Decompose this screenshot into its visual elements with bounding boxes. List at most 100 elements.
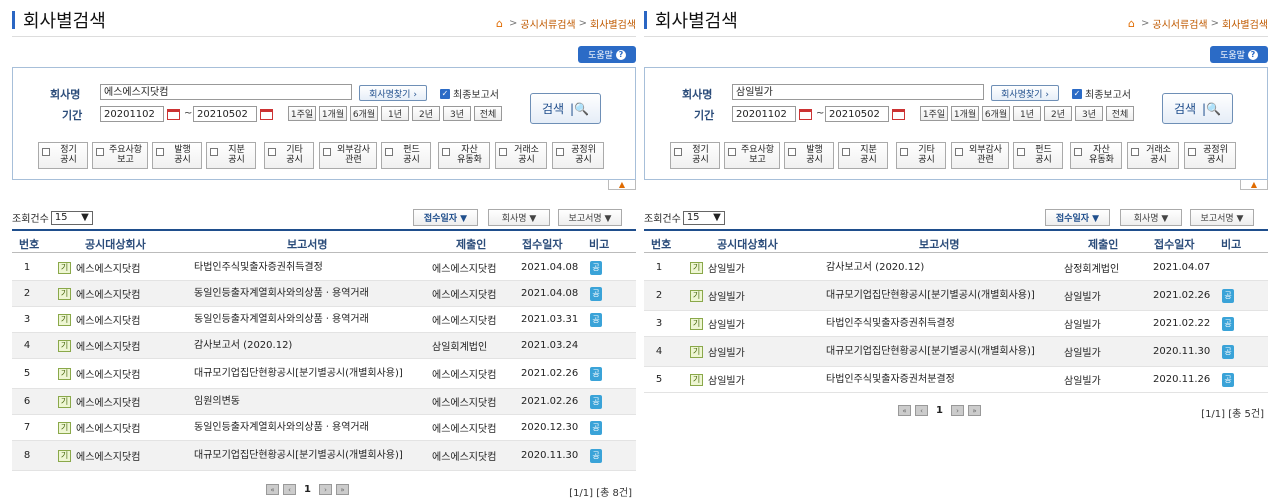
category-checkbox[interactable]: 발행 공시 bbox=[152, 142, 202, 169]
category-checkbox[interactable]: 정기 공시 bbox=[38, 142, 88, 169]
breadcrumb-item[interactable]: 회사별검색 bbox=[590, 16, 636, 31]
company-link[interactable]: 삼일빌가 bbox=[708, 344, 745, 359]
company-link[interactable]: 에스에스지닷컴 bbox=[76, 420, 140, 435]
period-button[interactable]: 1개월 bbox=[319, 106, 347, 121]
category-checkbox[interactable]: 거래소 공시 bbox=[1127, 142, 1179, 169]
company-link[interactable]: 삼일빌가 bbox=[708, 288, 745, 303]
disclosure-icon[interactable]: 공 bbox=[590, 286, 602, 301]
count-select[interactable]: 15 ▼ bbox=[682, 210, 725, 225]
report-link[interactable]: 동일인등출자계열회사와의상품ㆍ용역거래 bbox=[194, 281, 424, 306]
disclosure-icon[interactable]: 공 bbox=[1222, 344, 1234, 359]
company-link[interactable]: 에스에스지닷컴 bbox=[76, 394, 140, 409]
report-link[interactable]: 대규모기업집단현황공시[분기별공시(개별회사용)] bbox=[194, 441, 424, 470]
disclosure-icon[interactable]: 공 bbox=[1222, 288, 1234, 303]
breadcrumb-item[interactable]: 공시서류검색 bbox=[1152, 16, 1207, 31]
period-button[interactable]: 2년 bbox=[1044, 106, 1072, 121]
calendar-icon[interactable] bbox=[167, 109, 180, 120]
prev-page-icon[interactable]: ‹ bbox=[915, 405, 928, 416]
disclosure-icon[interactable]: 공 bbox=[590, 420, 602, 435]
period-button[interactable]: 3년 bbox=[1075, 106, 1103, 121]
sort-button[interactable]: 회사명 ▼ bbox=[1120, 209, 1182, 226]
category-checkbox[interactable]: 기타 공시 bbox=[896, 142, 946, 169]
next-page-icon[interactable]: › bbox=[318, 484, 332, 495]
last-page-icon[interactable]: » bbox=[967, 405, 981, 416]
sort-button[interactable]: 회사명 ▼ bbox=[488, 209, 550, 226]
date-from-input[interactable]: 20201102 bbox=[732, 106, 796, 122]
disclosure-icon[interactable]: 공 bbox=[590, 312, 602, 327]
calendar-icon[interactable] bbox=[260, 109, 273, 120]
company-input[interactable]: 삼일빌가 bbox=[732, 84, 984, 100]
report-link[interactable]: 타법인주식및출자증권처분결정 bbox=[826, 367, 1056, 392]
disclosure-icon[interactable]: 공 bbox=[590, 394, 602, 409]
period-button[interactable]: 전체 bbox=[474, 106, 502, 121]
category-checkbox[interactable]: 자산 유동화 bbox=[438, 142, 490, 169]
first-page-icon[interactable]: « bbox=[898, 405, 911, 416]
collapse-icon[interactable]: ▲ bbox=[1240, 180, 1268, 190]
period-button[interactable]: 1주일 bbox=[920, 106, 948, 121]
category-checkbox[interactable]: 정기 공시 bbox=[670, 142, 720, 169]
report-link[interactable]: 동일인등출자계열회사와의상품ㆍ용역거래 bbox=[194, 415, 424, 440]
category-checkbox[interactable]: 펀드 공시 bbox=[1013, 142, 1063, 169]
company-link[interactable]: 삼일빌가 bbox=[708, 316, 745, 331]
period-button[interactable]: 1주일 bbox=[288, 106, 316, 121]
calendar-icon[interactable] bbox=[799, 109, 812, 120]
category-checkbox[interactable]: 발행 공시 bbox=[784, 142, 834, 169]
date-to-input[interactable]: 20210502 bbox=[193, 106, 257, 122]
find-company-button[interactable]: 회사명찾기 › bbox=[991, 85, 1059, 101]
company-link[interactable]: 에스에스지닷컴 bbox=[76, 286, 140, 301]
date-to-input[interactable]: 20210502 bbox=[825, 106, 889, 122]
company-link[interactable]: 삼일빌가 bbox=[708, 260, 745, 275]
report-link[interactable]: 타법인주식및출자증권취득결정 bbox=[194, 255, 424, 280]
disclosure-icon[interactable]: 공 bbox=[590, 260, 602, 275]
category-checkbox[interactable]: 주요사항 보고 bbox=[724, 142, 780, 169]
category-checkbox[interactable]: 지분 공시 bbox=[206, 142, 256, 169]
company-link[interactable]: 에스에스지닷컴 bbox=[76, 312, 140, 327]
breadcrumb-item[interactable]: 회사별검색 bbox=[1222, 16, 1268, 31]
report-link[interactable]: 대규모기업집단현황공시[분기별공시(개별회사용)] bbox=[194, 359, 424, 388]
sort-button[interactable]: 보고서명 ▼ bbox=[1190, 209, 1254, 226]
company-link[interactable]: 삼일빌가 bbox=[708, 372, 745, 387]
date-from-input[interactable]: 20201102 bbox=[100, 106, 164, 122]
category-checkbox[interactable]: 자산 유동화 bbox=[1070, 142, 1122, 169]
report-link[interactable]: 임원의변동 bbox=[194, 389, 424, 414]
final-report-checkbox[interactable]: ✓ 최종보고서 bbox=[1072, 86, 1131, 101]
home-icon[interactable]: ⌂ bbox=[1128, 17, 1135, 30]
category-checkbox[interactable]: 외부감사 관련 bbox=[951, 142, 1009, 169]
company-link[interactable]: 에스에스지닷컴 bbox=[76, 338, 140, 353]
category-checkbox[interactable]: 공정위 공시 bbox=[552, 142, 604, 169]
disclosure-icon[interactable]: 공 bbox=[590, 366, 602, 381]
last-page-icon[interactable]: » bbox=[335, 484, 349, 495]
disclosure-icon[interactable]: 공 bbox=[590, 448, 602, 463]
final-report-checkbox[interactable]: ✓ 최종보고서 bbox=[440, 86, 499, 101]
report-link[interactable]: 감사보고서 (2020.12) bbox=[826, 255, 1056, 280]
report-link[interactable]: 대규모기업집단현황공시[분기별공시(개별회사용)] bbox=[826, 337, 1056, 366]
sort-button[interactable]: 보고서명 ▼ bbox=[558, 209, 622, 226]
period-button[interactable]: 3년 bbox=[443, 106, 471, 121]
collapse-icon[interactable]: ▲ bbox=[608, 180, 636, 190]
calendar-icon[interactable] bbox=[892, 109, 905, 120]
period-button[interactable]: 2년 bbox=[412, 106, 440, 121]
company-link[interactable]: 에스에스지닷컴 bbox=[76, 366, 140, 381]
category-checkbox[interactable]: 거래소 공시 bbox=[495, 142, 547, 169]
company-link[interactable]: 에스에스지닷컴 bbox=[76, 448, 140, 463]
page-number[interactable]: 1 bbox=[304, 484, 311, 495]
period-button[interactable]: 1년 bbox=[381, 106, 409, 121]
category-checkbox[interactable]: 주요사항 보고 bbox=[92, 142, 148, 169]
category-checkbox[interactable]: 공정위 공시 bbox=[1184, 142, 1236, 169]
first-page-icon[interactable]: « bbox=[266, 484, 279, 495]
sort-button[interactable]: 접수일자 ▼ bbox=[413, 209, 478, 226]
help-button[interactable]: 도움말? bbox=[1210, 46, 1268, 63]
period-button[interactable]: 6개월 bbox=[982, 106, 1010, 121]
help-button[interactable]: 도움말? bbox=[578, 46, 636, 63]
disclosure-icon[interactable]: 공 bbox=[1222, 316, 1234, 331]
report-link[interactable]: 대규모기업집단현황공시[분기별공시(개별회사용)] bbox=[826, 281, 1056, 310]
count-select[interactable]: 15 ▼ bbox=[50, 210, 93, 225]
search-button[interactable]: 검색 |🔍 bbox=[530, 93, 601, 124]
period-button[interactable]: 6개월 bbox=[350, 106, 378, 121]
page-number[interactable]: 1 bbox=[936, 405, 943, 416]
report-link[interactable]: 감사보고서 (2020.12) bbox=[194, 333, 424, 358]
disclosure-icon[interactable]: 공 bbox=[1222, 372, 1234, 387]
period-button[interactable]: 전체 bbox=[1106, 106, 1134, 121]
breadcrumb-item[interactable]: 공시서류검색 bbox=[520, 16, 575, 31]
category-checkbox[interactable]: 지분 공시 bbox=[838, 142, 888, 169]
